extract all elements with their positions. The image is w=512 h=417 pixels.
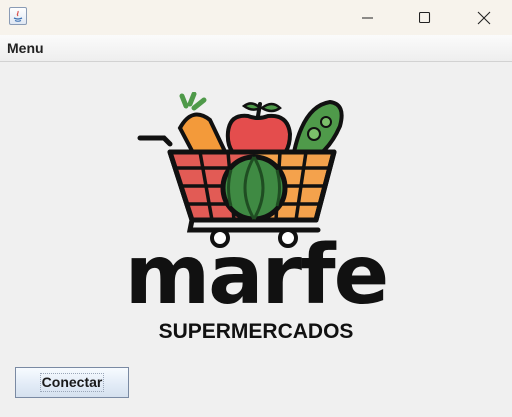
minimize-icon [362,17,373,18]
brand-wordmark: marfe [124,228,390,323]
brand-tagline: SUPERMERCADOS [158,320,354,343]
maximize-icon [419,11,431,23]
java-app-icon[interactable] [9,7,27,25]
connect-button-label: Conectar [39,373,105,392]
title-bar[interactable] [0,0,512,35]
close-button[interactable] [460,0,508,35]
minimize-button[interactable] [344,0,392,35]
connect-button[interactable]: Conectar [15,367,129,398]
watermelon-icon [220,154,288,222]
brand-logo: marfe SUPERMERCADOS [108,91,404,348]
app-window: Menu marfe SUPERMERCADOS Conectar [0,0,512,417]
menu-item-menu[interactable]: Menu [7,40,44,56]
menu-bar: Menu [0,35,512,62]
maximize-button[interactable] [401,0,449,35]
close-icon [477,11,491,24]
